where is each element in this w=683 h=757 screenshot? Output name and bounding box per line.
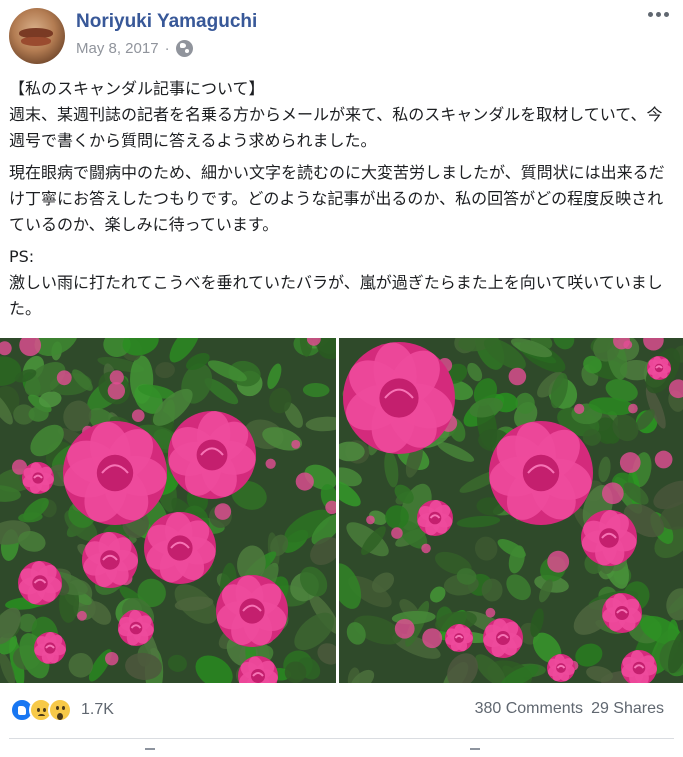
- reaction-summary[interactable]: 1.7K: [10, 698, 114, 722]
- post-photo-right[interactable]: [339, 338, 683, 683]
- more-options-icon[interactable]: [648, 12, 669, 17]
- globe-icon[interactable]: [175, 40, 193, 57]
- facebook-post: Noriyuki Yamaguchi May 8, 2017 · 【私のスキャン…: [0, 0, 683, 757]
- post-meta: May 8, 2017 ·: [76, 40, 193, 57]
- post-text: 【私のスキャンダル記事について】 週末、某週刊誌の記者を名乗る方からメールが来て…: [9, 76, 673, 322]
- divider: [9, 738, 674, 739]
- post-paragraph: 【私のスキャンダル記事について】 週末、某週刊誌の記者を名乗る方からメールが来て…: [9, 79, 663, 150]
- like-action-icon[interactable]: [145, 748, 155, 757]
- engagement-stats: 380 Comments 29 Shares: [475, 700, 664, 718]
- post-date[interactable]: May 8, 2017: [76, 40, 159, 57]
- share-action-icon[interactable]: [470, 748, 480, 757]
- post-paragraph: 現在眼病で闘病中のため、細かい文字を読むのに大変苦労しましたが、質問状には出来る…: [9, 163, 665, 234]
- comments-count[interactable]: 380 Comments: [475, 700, 584, 718]
- date-separator: ·: [164, 40, 170, 57]
- wow-icon: [48, 698, 72, 722]
- shares-count[interactable]: 29 Shares: [591, 700, 664, 718]
- avatar[interactable]: [9, 8, 65, 64]
- post-photo-left[interactable]: [0, 338, 336, 683]
- reaction-count: 1.7K: [81, 701, 114, 718]
- author-name[interactable]: Noriyuki Yamaguchi: [76, 11, 257, 33]
- post-paragraph: PS: 激しい雨に打たれてこうべを垂れていたバラが、嵐が過ぎたらまた上を向いて咲…: [9, 247, 663, 318]
